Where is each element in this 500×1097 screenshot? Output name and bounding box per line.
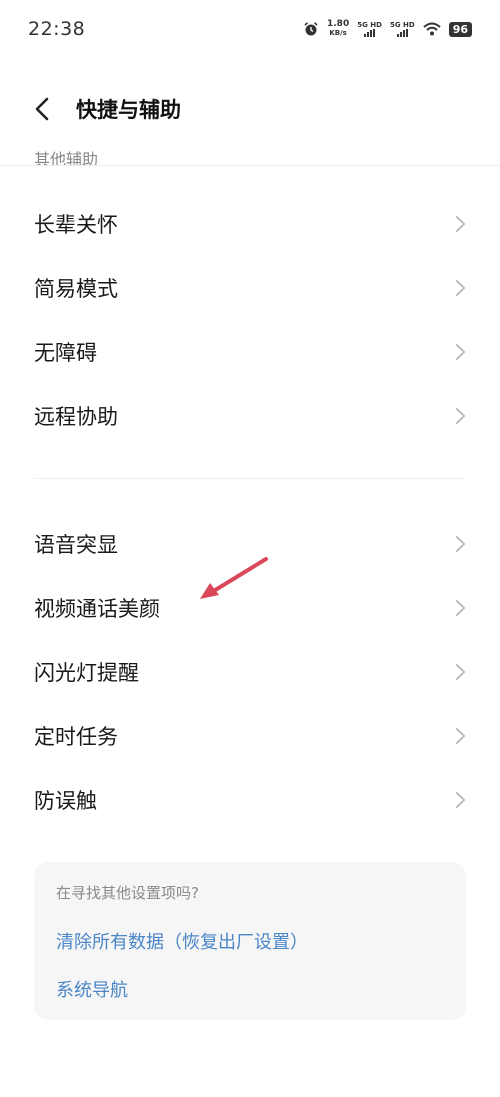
- settings-item-label: 防误触: [34, 789, 97, 813]
- chevron-right-icon: [456, 216, 465, 232]
- alarm-icon: [304, 22, 318, 36]
- chevron-right-icon: [456, 728, 465, 744]
- settings-item-flash-alert[interactable]: 闪光灯提醒: [0, 640, 500, 704]
- settings-item-elder-care[interactable]: 长辈关怀: [0, 192, 500, 256]
- settings-item-label: 无障碍: [34, 341, 97, 365]
- group-divider: [34, 478, 466, 479]
- system-navigation-link[interactable]: 系统导航: [56, 976, 128, 1002]
- chevron-right-icon: [456, 600, 465, 616]
- settings-item-label: 语音突显: [34, 533, 118, 557]
- settings-item-accessibility[interactable]: 无障碍: [0, 320, 500, 384]
- partial-section-label: 其他辅助: [34, 150, 99, 166]
- chevron-right-icon: [456, 536, 465, 552]
- settings-item-simple-mode[interactable]: 简易模式: [0, 256, 500, 320]
- chevron-right-icon: [456, 344, 465, 360]
- wifi-icon: [423, 22, 441, 36]
- suggestion-hint: 在寻找其他设置项吗?: [56, 884, 199, 902]
- status-bar: 22:38 1.80 KB/s 5G HD 5G HD 96: [0, 0, 500, 58]
- network-speed: 1.80 KB/s: [327, 20, 349, 38]
- settings-item-scheduled-tasks[interactable]: 定时任务: [0, 704, 500, 768]
- header-divider: [0, 165, 500, 166]
- back-arrow-icon[interactable]: [30, 96, 56, 122]
- settings-item-accidental-touch[interactable]: 防误触: [0, 768, 500, 832]
- settings-item-label: 简易模式: [34, 277, 118, 301]
- sim1-signal: 5G HD: [357, 21, 382, 37]
- suggestion-card: 在寻找其他设置项吗? 清除所有数据（恢复出厂设置） 系统导航: [34, 862, 466, 1020]
- sim2-label: 5G HD: [389, 21, 415, 29]
- chevron-right-icon: [456, 792, 465, 808]
- settings-item-remote-assist[interactable]: 远程协助: [0, 384, 500, 448]
- page-title: 快捷与辅助: [76, 98, 181, 122]
- sim1-label: 5G HD: [357, 21, 382, 29]
- settings-item-label: 闪光灯提醒: [34, 661, 139, 685]
- settings-item-label: 定时任务: [34, 725, 118, 749]
- chevron-right-icon: [456, 280, 465, 296]
- factory-reset-link[interactable]: 清除所有数据（恢复出厂设置）: [56, 928, 308, 954]
- settings-item-label: 长辈关怀: [34, 213, 118, 237]
- status-time: 22:38: [28, 18, 86, 40]
- settings-item-label: 远程协助: [34, 405, 118, 429]
- chevron-right-icon: [456, 664, 465, 680]
- network-speed-unit: KB/s: [329, 29, 347, 37]
- status-icons: 1.80 KB/s 5G HD 5G HD 96: [303, 20, 472, 38]
- signal-bars-icon: [364, 29, 376, 37]
- chevron-right-icon: [456, 408, 465, 424]
- signal-bars-icon: [396, 29, 408, 37]
- annotation-arrow-icon: [200, 557, 268, 599]
- page-header: 快捷与辅助: [0, 58, 500, 165]
- network-speed-value: 1.80: [327, 19, 350, 29]
- settings-item-label: 视频通话美颜: [34, 597, 160, 621]
- sim2-signal: 5G HD: [390, 21, 415, 37]
- battery-indicator: 96: [448, 21, 472, 37]
